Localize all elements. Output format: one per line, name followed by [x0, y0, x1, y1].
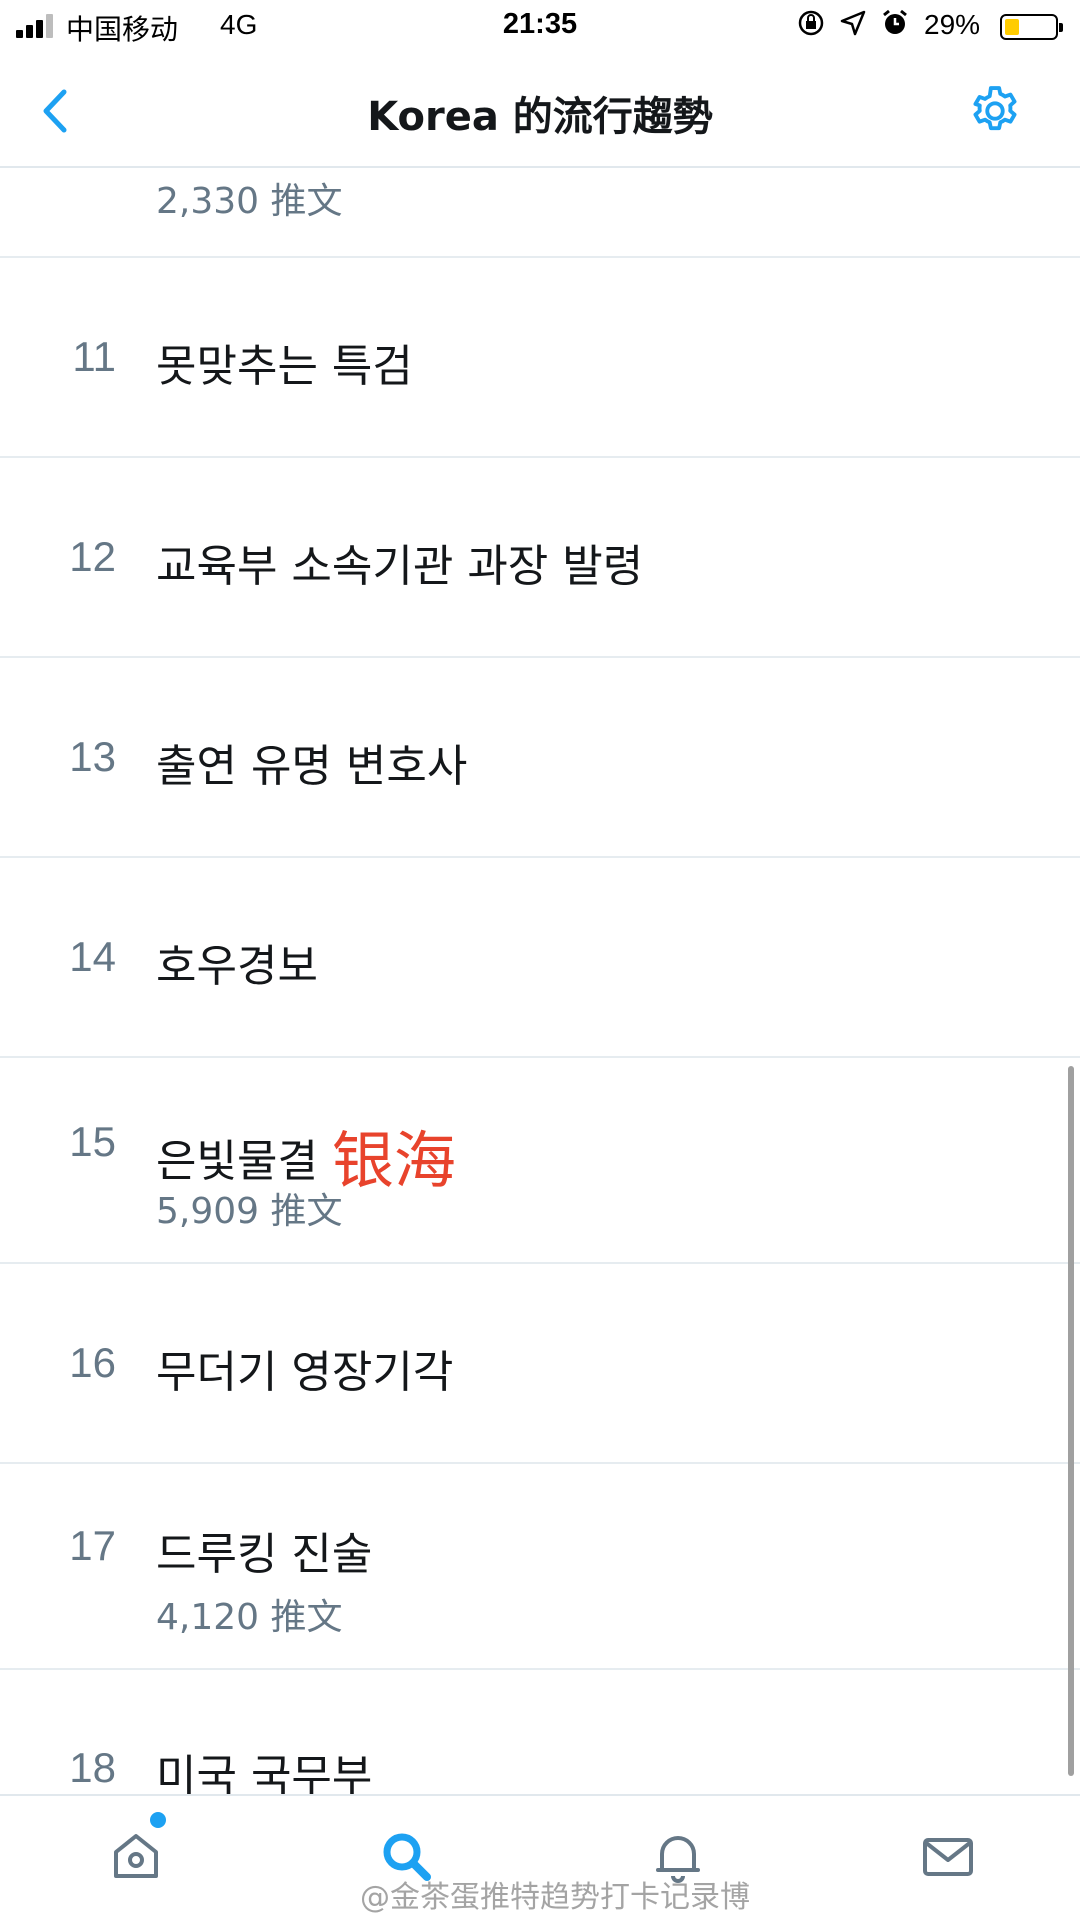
- watermark: @金茶蛋推特趋势打卡记录博: [360, 1880, 750, 1915]
- tab-messages[interactable]: [918, 1826, 978, 1886]
- tweet-count: 5,909 推文: [156, 1191, 343, 1232]
- trend-name: 교육부 소속기관 과장 발령: [156, 541, 644, 592]
- alarm-icon: [883, 9, 907, 34]
- status-icons: [796, 8, 910, 38]
- trend-name: 무더기 영장기각: [156, 1347, 454, 1398]
- tab-home[interactable]: [106, 1826, 166, 1886]
- location-icon: [840, 10, 866, 36]
- scrollbar[interactable]: [1068, 1066, 1074, 1776]
- tweet-count: 4,120 推文: [156, 1597, 343, 1638]
- trend-rank: 12: [69, 533, 116, 580]
- status-time: 21:35: [502, 8, 578, 40]
- trend-row[interactable]: 11 못맞추는 특검: [0, 258, 1080, 458]
- trend-name: 은빛물결: [156, 1136, 318, 1187]
- tweet-count: 2,330 推文: [156, 181, 343, 222]
- trend-row[interactable]: 18 미국 국무부: [0, 1670, 1080, 1794]
- trend-rank: 11: [72, 333, 116, 380]
- tab-bar: @金茶蛋推特趋势打卡记录博: [0, 1794, 1080, 1920]
- trend-name: 출연 유명 변호사: [156, 741, 468, 792]
- trend-name: 못맞추는 특검: [156, 341, 413, 392]
- trends-list: 2,330 推文 11 못맞추는 특검 12 교육부 소속기관 과장 발령 13…: [0, 168, 1080, 1794]
- status-bar: 中国移动 4G 21:35 29%: [0, 0, 1080, 54]
- battery-icon: [1000, 14, 1063, 40]
- trend-name: 호우경보: [156, 941, 318, 992]
- trend-row[interactable]: 12 교육부 소속기관 과장 발령: [0, 458, 1080, 658]
- trend-rank: 18: [69, 1744, 116, 1791]
- trend-name: 미국 국무부: [156, 1751, 373, 1794]
- gear-icon: [973, 86, 1017, 131]
- trend-row[interactable]: 13 출연 유명 변호사: [0, 658, 1080, 858]
- trend-rank: 17: [69, 1522, 116, 1569]
- trend-row-partial[interactable]: 2,330 推文: [0, 168, 1080, 258]
- trend-rank: 13: [69, 733, 116, 780]
- trend-row[interactable]: 17 드루킹 진술 4,120 推文: [0, 1464, 1080, 1670]
- home-icon: [114, 1834, 158, 1878]
- trend-annotation: 银海: [331, 1124, 456, 1197]
- trend-row[interactable]: 16 무더기 영장기각: [0, 1264, 1080, 1464]
- navigation-bar: Korea 的流行趨勢: [0, 54, 1080, 168]
- trend-rank: 16: [69, 1339, 116, 1386]
- trend-row[interactable]: 14 호우경보: [0, 858, 1080, 1058]
- trend-rank: 14: [69, 933, 116, 980]
- orientation-lock-icon: [798, 10, 824, 36]
- messages-icon: [923, 1838, 973, 1876]
- page-title: Korea 的流行趨勢: [367, 94, 713, 140]
- battery-percent: 29%: [924, 9, 981, 40]
- trend-row[interactable]: 15 은빛물결 银海 5,909 推文: [0, 1058, 1080, 1264]
- notification-dot: [150, 1812, 166, 1828]
- trend-rank: 15: [69, 1118, 116, 1165]
- settings-button[interactable]: [966, 82, 1024, 140]
- trend-name: 드루킹 진술: [156, 1529, 373, 1580]
